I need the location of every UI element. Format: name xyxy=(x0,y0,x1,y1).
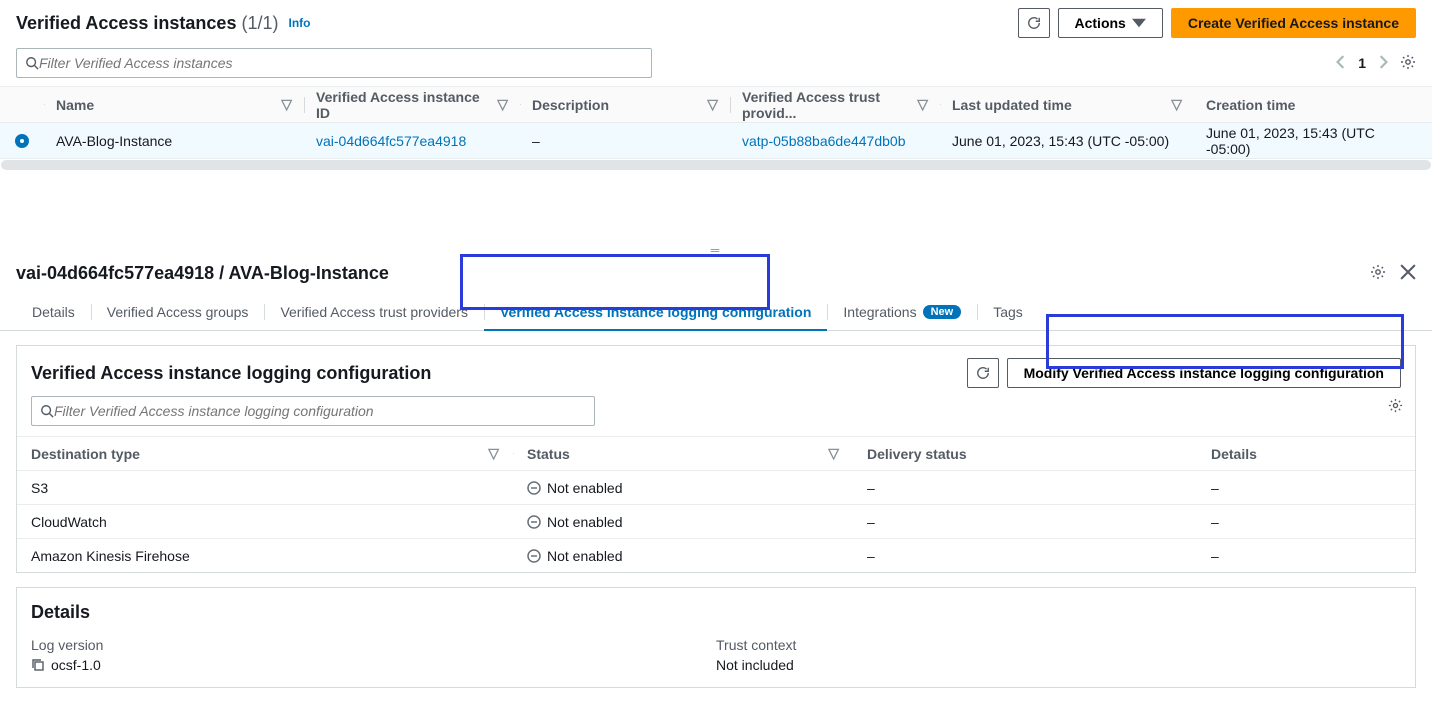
cell-created: June 01, 2023, 15:43 (UTC -05:00) xyxy=(1194,125,1424,157)
trust-context-label: Trust context xyxy=(716,637,1401,653)
page-next[interactable] xyxy=(1378,55,1388,72)
instance-count: (1/1) xyxy=(241,13,278,33)
col-created[interactable]: Creation time xyxy=(1194,97,1424,113)
refresh-icon xyxy=(1027,16,1041,30)
cell-updated: June 01, 2023, 15:43 (UTC -05:00) xyxy=(940,133,1194,149)
refresh-icon xyxy=(976,366,990,380)
tab-groups[interactable]: Verified Access groups xyxy=(91,294,265,330)
log-cell-details: – xyxy=(1197,514,1415,530)
tab-trust-providers[interactable]: Verified Access trust providers xyxy=(264,294,484,330)
not-enabled-icon xyxy=(527,515,541,529)
badge-new: New xyxy=(923,305,962,319)
sort-icon: ▽ xyxy=(281,96,292,113)
filter-instances-input-wrap[interactable] xyxy=(16,48,652,78)
col-name[interactable]: Name▽ xyxy=(44,96,304,113)
actions-label: Actions xyxy=(1075,15,1126,31)
log-row-kinesis: Amazon Kinesis Firehose Not enabled – – xyxy=(17,538,1415,572)
tab-integrations[interactable]: Integrations New xyxy=(827,294,977,330)
chevron-left-icon xyxy=(1336,55,1346,69)
create-instance-button[interactable]: Create Verified Access instance xyxy=(1171,8,1416,38)
log-cell-status: Not enabled xyxy=(513,548,853,564)
panel-drag-handle[interactable]: ═ xyxy=(0,243,1432,257)
log-cell-delivery: – xyxy=(853,514,1197,530)
log-row-cloudwatch: CloudWatch Not enabled – – xyxy=(17,504,1415,538)
log-cell-status: Not enabled xyxy=(513,514,853,530)
detail-title: vai-04d664fc577ea4918 / AVA-Blog-Instanc… xyxy=(16,263,389,284)
row-radio-selected[interactable] xyxy=(15,134,29,148)
page-number: 1 xyxy=(1358,55,1366,71)
logging-config-section: Verified Access instance logging configu… xyxy=(16,345,1416,573)
modify-logging-button[interactable]: Modify Verified Access instance logging … xyxy=(1007,358,1401,388)
sort-icon: ▽ xyxy=(1171,96,1182,113)
filter-logging-input-wrap[interactable] xyxy=(31,396,595,426)
caret-down-icon xyxy=(1132,16,1146,30)
log-cell-status: Not enabled xyxy=(513,480,853,496)
cell-name: AVA-Blog-Instance xyxy=(44,133,304,149)
gear-icon xyxy=(1400,54,1416,70)
refresh-button[interactable] xyxy=(1018,8,1050,38)
log-cell-dest: Amazon Kinesis Firehose xyxy=(17,548,513,564)
detail-tabs: Details Verified Access groups Verified … xyxy=(0,294,1432,331)
trust-context-value: Not included xyxy=(716,657,794,673)
page-prev[interactable] xyxy=(1336,55,1346,72)
tab-integrations-label: Integrations xyxy=(843,304,916,320)
logging-refresh-button[interactable] xyxy=(967,358,999,388)
log-col-delivery[interactable]: Delivery status xyxy=(853,446,1197,462)
col-trust[interactable]: Verified Access trust provid...▽ xyxy=(730,89,940,121)
log-cell-dest: CloudWatch xyxy=(17,514,513,530)
filter-logging-input[interactable] xyxy=(54,403,586,419)
gear-icon xyxy=(1370,264,1386,280)
page-title: Verified Access instances (1/1) xyxy=(16,13,279,34)
log-col-destination[interactable]: Destination type▽ xyxy=(17,445,513,462)
logging-table-settings[interactable] xyxy=(1388,398,1403,416)
col-updated[interactable]: Last updated time▽ xyxy=(940,96,1194,113)
not-enabled-icon xyxy=(527,481,541,495)
cell-trust-provider[interactable]: vatp-05b88ba6de447db0b xyxy=(730,133,940,149)
sort-icon: ▽ xyxy=(828,445,839,462)
log-cell-delivery: – xyxy=(853,480,1197,496)
not-enabled-icon xyxy=(527,549,541,563)
logging-section-title: Verified Access instance logging configu… xyxy=(31,363,431,384)
panel-close-button[interactable] xyxy=(1400,264,1416,283)
log-cell-dest: S3 xyxy=(17,480,513,496)
details-section: Details Log version ocsf-1.0 Trust conte… xyxy=(16,587,1416,688)
actions-button[interactable]: Actions xyxy=(1058,8,1163,38)
tab-tags[interactable]: Tags xyxy=(977,294,1039,330)
col-id[interactable]: Verified Access instance ID▽ xyxy=(304,89,520,121)
copy-icon[interactable] xyxy=(31,658,45,672)
title-text: Verified Access instances xyxy=(16,13,236,33)
log-version-label: Log version xyxy=(31,637,716,653)
log-cell-details: – xyxy=(1197,548,1415,564)
log-version-value: ocsf-1.0 xyxy=(51,657,101,673)
tab-logging-configuration[interactable]: Verified Access instance logging configu… xyxy=(484,294,827,330)
sort-icon: ▽ xyxy=(488,445,499,462)
log-row-s3: S3 Not enabled – – xyxy=(17,470,1415,504)
panel-settings-button[interactable] xyxy=(1370,264,1386,283)
info-link[interactable]: Info xyxy=(289,16,311,30)
table-row[interactable]: AVA-Blog-Instance vai-04d664fc577ea4918 … xyxy=(0,123,1432,159)
log-cell-details: – xyxy=(1197,480,1415,496)
sort-icon: ▽ xyxy=(497,96,508,113)
tab-details[interactable]: Details xyxy=(16,294,91,330)
cell-instance-id[interactable]: vai-04d664fc577ea4918 xyxy=(304,133,520,149)
close-icon xyxy=(1400,264,1416,280)
filter-instances-input[interactable] xyxy=(39,55,643,71)
logging-table: Destination type▽ Status▽ Delivery statu… xyxy=(17,436,1415,572)
search-icon xyxy=(40,404,54,418)
gear-icon xyxy=(1388,398,1403,413)
log-cell-delivery: – xyxy=(853,548,1197,564)
sort-icon: ▽ xyxy=(917,96,928,113)
search-icon xyxy=(25,56,39,70)
sort-icon: ▽ xyxy=(707,96,718,113)
details-title: Details xyxy=(31,602,1401,623)
cell-description: – xyxy=(520,133,730,149)
log-col-status[interactable]: Status▽ xyxy=(513,445,853,462)
horizontal-scrollbar[interactable] xyxy=(1,160,1431,170)
chevron-right-icon xyxy=(1378,55,1388,69)
table-settings-button[interactable] xyxy=(1400,54,1416,73)
log-col-details[interactable]: Details xyxy=(1197,446,1415,462)
col-description[interactable]: Description▽ xyxy=(520,96,730,113)
instances-table: Name▽ Verified Access instance ID▽ Descr… xyxy=(0,86,1432,170)
